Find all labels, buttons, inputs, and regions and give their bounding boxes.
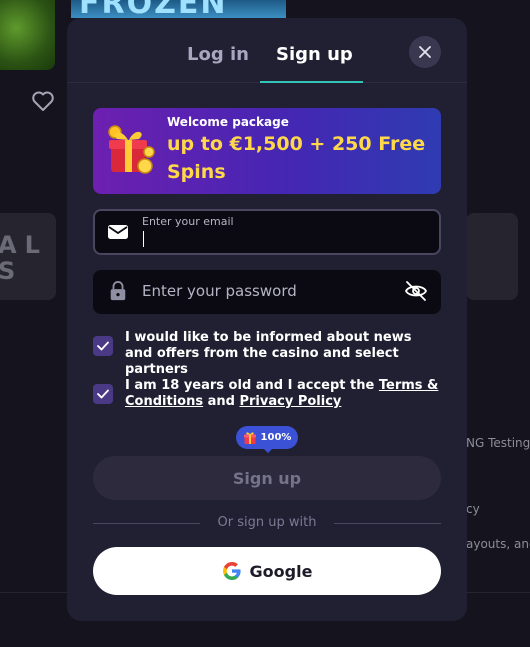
game-thumbnail-frozen[interactable]: FROZEN xyxy=(71,0,286,18)
footer-text: cy xyxy=(466,502,480,516)
lock-icon xyxy=(110,281,126,301)
tab-login[interactable]: Log in xyxy=(187,44,249,65)
close-button[interactable] xyxy=(409,36,441,68)
google-button-label: Google xyxy=(249,561,313,581)
promo-subtitle: Welcome package xyxy=(167,115,289,129)
email-label: Enter your email xyxy=(142,215,234,228)
footer-text: NG Testing xyxy=(466,436,530,450)
email-field[interactable]: Enter your email xyxy=(93,209,441,255)
bonus-badge-text: 100% xyxy=(260,432,292,443)
password-placeholder: Enter your password xyxy=(142,282,297,300)
promo-title: up to €1,500 + 250 Free Spins xyxy=(167,133,426,183)
envelope-icon xyxy=(108,225,128,239)
tab-signup[interactable]: Sign up xyxy=(276,44,353,65)
checkmark-icon xyxy=(97,389,109,399)
badge-pointer xyxy=(262,447,274,453)
google-icon xyxy=(222,562,241,580)
text-caret xyxy=(143,231,144,247)
gift-icon xyxy=(243,431,256,444)
footer-text: ayouts, and xyxy=(466,537,530,551)
background-tile[interactable] xyxy=(466,213,518,300)
checkmark-icon xyxy=(97,341,109,351)
google-signup-button[interactable]: Google xyxy=(93,547,441,595)
consent-news-text: I would like to be informed about news a… xyxy=(125,330,412,377)
password-field[interactable]: Enter your password xyxy=(93,270,441,314)
game-thumbnail[interactable] xyxy=(0,0,55,70)
heart-icon[interactable] xyxy=(31,90,55,112)
divider-line xyxy=(334,523,441,524)
auth-modal: Log in Sign up Welcome package up to €1,… xyxy=(67,18,467,621)
hide-password-icon[interactable] xyxy=(404,280,428,302)
consent-age-text: I am 18 years old and I accept the Terms… xyxy=(125,378,439,409)
welcome-promo-banner[interactable]: Welcome package up to €1,500 + 250 Free … xyxy=(93,108,441,194)
close-icon xyxy=(419,46,431,58)
frozen-title: FROZEN xyxy=(79,0,228,18)
active-tab-indicator xyxy=(260,81,363,83)
auth-tabs: Log in Sign up xyxy=(67,18,467,83)
consent-age-checkbox[interactable] xyxy=(93,384,113,404)
signup-button[interactable]: Sign up xyxy=(93,456,441,500)
background-tile-text: AL S xyxy=(0,231,48,285)
consent-news-checkbox[interactable] xyxy=(93,336,113,356)
gift-icon xyxy=(108,125,155,174)
privacy-link[interactable]: Privacy Policy xyxy=(239,394,341,409)
alt-signup-divider: Or sign up with xyxy=(93,515,441,531)
bonus-badge: 100% xyxy=(236,426,298,449)
